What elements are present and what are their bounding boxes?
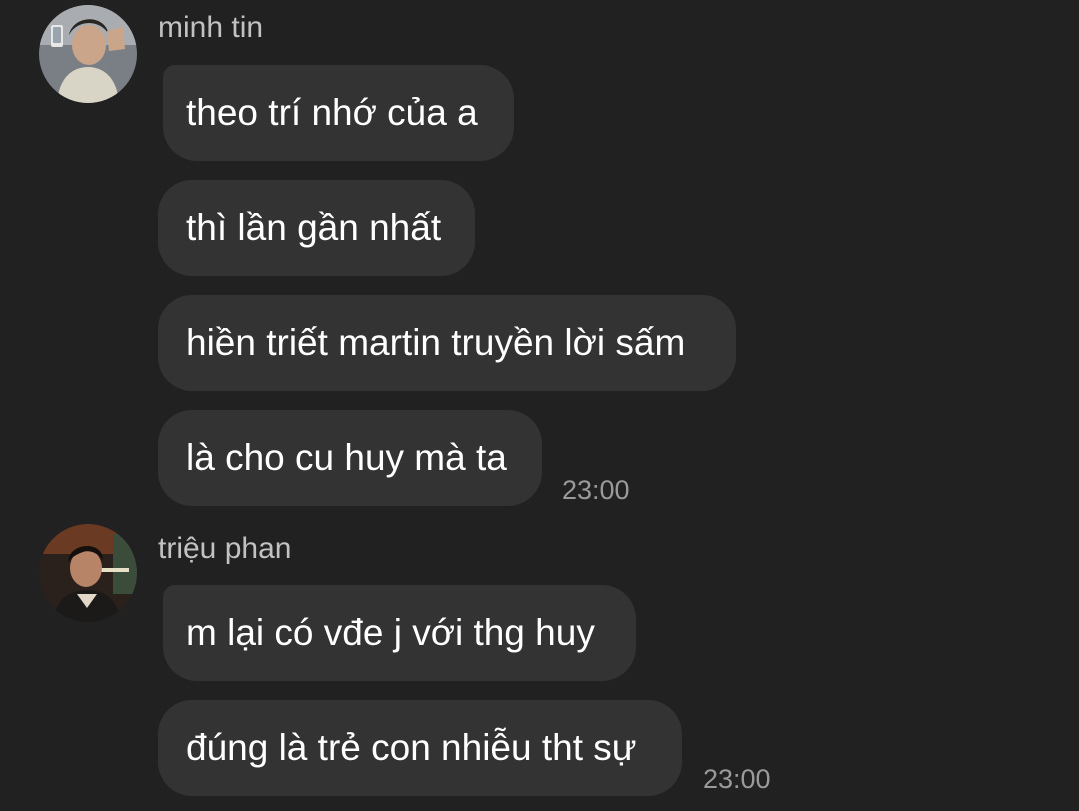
message-bubble[interactable]: m lại có vđe j với thg huy — [163, 585, 636, 681]
avatar-trieu-phan[interactable] — [39, 524, 137, 622]
user-avatar-photo-icon — [39, 5, 137, 103]
message-bubble[interactable]: là cho cu huy mà ta — [158, 410, 542, 506]
user-avatar-photo-icon — [39, 524, 137, 622]
sender-name: triệu phan — [158, 532, 292, 565]
avatar-minh-tin[interactable] — [39, 5, 137, 103]
message-bubble[interactable]: theo trí nhớ của a — [163, 65, 514, 161]
message-bubble[interactable]: hiền triết martin truyền lời sấm — [158, 295, 736, 391]
message-bubble[interactable]: thì lần gần nhất — [158, 180, 475, 276]
chat-screen: minh tin theo trí nhớ của a thì lần gần … — [0, 0, 1079, 811]
sender-name: minh tin — [158, 11, 264, 44]
message-timestamp: 23:00 — [562, 475, 630, 505]
message-bubble[interactable]: đúng là trẻ con nhiễu tht sự — [158, 700, 682, 796]
message-timestamp: 23:00 — [703, 764, 771, 794]
